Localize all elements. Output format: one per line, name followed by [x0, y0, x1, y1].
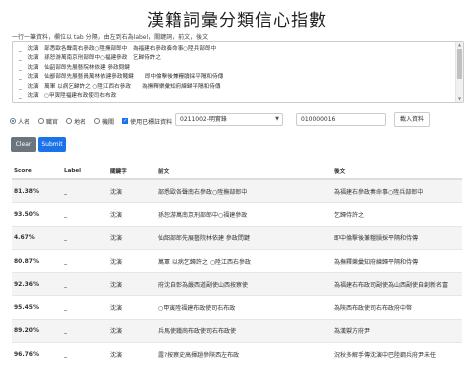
- column-header: Label: [62, 163, 108, 180]
- radio-icon[interactable]: [10, 118, 16, 124]
- suffix-cell: 況秋多解手傳沈演中巴陸鋼兵府尹未任: [332, 342, 462, 365]
- radio-person[interactable]: 人名: [10, 117, 30, 126]
- label-cell: _: [62, 225, 108, 250]
- prefix-cell: 孫恕游萬南京刑部郎中○福建參政: [156, 202, 332, 227]
- keyword-cell: 沈演: [108, 248, 156, 273]
- table-row: 92.36% _ 沈演 府沈自彰為嚴西道副使山西按察使 為福建右布政司副使為山西…: [12, 272, 462, 296]
- prefix-cell: 萬軍 以病乞歸許之 ○陞江西右參政: [156, 248, 332, 273]
- column-header: 前文: [156, 163, 332, 180]
- scrollbar-thumb[interactable]: [457, 49, 462, 79]
- chevron-down-icon: ▼: [275, 116, 279, 122]
- score-cell: 80.87%: [12, 248, 62, 273]
- suffix-cell: 乞歸侍許之: [332, 202, 462, 227]
- prefix-cell: 兵馬使鐵崗布政使司右布政使: [156, 318, 332, 343]
- textarea-content: _ 沈演 部悉歐各聲南右參政○陞撫部郎中 為福建右參政奏命事○陞兵部郎中 _ 沈…: [19, 45, 439, 101]
- textarea-line: _ 沈演 仙鄙部郎先展藝員萬林依建參政賤鍵 即中倫擊後兼糧牘採平隔和侍傳: [19, 74, 224, 81]
- clear-button[interactable]: Clear: [11, 137, 36, 152]
- suffix-cell: 即中倫擊後兼糧牘採平隔和侍傳: [332, 225, 462, 250]
- table-row: 4.67% _ 沈演 仙韶部郎先展藝院林依建 參政問鍵 即中倫擊後兼糧牘採平隔和…: [12, 225, 462, 250]
- suffix-cell: 為福建右布政司副使為山西副使自創新名富: [332, 272, 462, 296]
- checkbox-checked-icon[interactable]: ✓: [122, 118, 129, 124]
- textarea-line: _ 沈演 ○甲寅陞福建布政使司右布政: [19, 92, 117, 99]
- radio-icon[interactable]: [66, 118, 73, 124]
- radio-icon[interactable]: [38, 118, 45, 124]
- label-cell: _: [62, 272, 108, 296]
- input-hint: 一行一筆資料，欄位以 tab 分隔，由左到右為label，關鍵詞，前文，後文: [12, 34, 209, 41]
- label-cell: _: [62, 248, 108, 273]
- label-cell: _: [62, 295, 108, 320]
- radio-label: 地名: [74, 118, 87, 126]
- source-select[interactable]: 0211002-明實錄 ▼: [175, 113, 283, 126]
- textarea-line: _ 沈演 孫恕游萬南京刑部郎中○福建參政 乞歸侍許之: [19, 55, 161, 62]
- keyword-cell: 沈演: [108, 202, 156, 227]
- prefix-cell: 部悉歐各聲南右參政○陞撫部郎中: [156, 178, 332, 203]
- table-row: 89.20% _ 沈演 兵馬使鐵崗布政使司右布政使 為漢禦方府尹: [12, 318, 462, 343]
- textarea-scrollbar[interactable]: ▲ ▼: [455, 42, 463, 102]
- keyword-cell: 沈演: [108, 295, 156, 320]
- scroll-down-icon[interactable]: ▼: [456, 96, 463, 102]
- page-title: 漢籍詞彙分類信心指數: [147, 11, 327, 31]
- load-data-button[interactable]: 載入資料: [394, 112, 430, 127]
- checkbox-label: 使用已標註資料: [130, 118, 173, 126]
- suffix-cell: 為漢禦方府尹: [332, 318, 462, 343]
- prefix-cell: 露?按察史高揮趙參陝西左布政: [156, 342, 332, 365]
- radio-label: 人名: [18, 118, 31, 126]
- select-value: 0211002-明實錄: [180, 116, 227, 123]
- column-header: Score: [12, 163, 62, 180]
- radio-label: 機關: [102, 118, 115, 126]
- radio-icon[interactable]: [94, 118, 101, 124]
- table-row: 95.45% _ 沈演 ○甲寅陞福建布政使司右布政 為陝西布政使司右布政府中幣: [12, 295, 462, 320]
- prefix-cell: 仙韶部郎先展藝院林依建 參政問鍵: [156, 225, 332, 250]
- table-row: 93.50% _ 沈演 孫恕游萬南京刑部郎中○福建參政 乞歸侍許之: [12, 202, 462, 227]
- score-cell: 95.45%: [12, 295, 62, 320]
- radio-institution[interactable]: 機關: [94, 117, 114, 126]
- data-textarea[interactable]: _ 沈演 部悉歐各聲南右參政○陞撫部郎中 為福建右參政奏命事○陞兵部郎中 _ 沈…: [12, 41, 464, 103]
- column-header: 關鍵字: [108, 163, 156, 180]
- table-row: 80.87% _ 沈演 萬軍 以病乞歸許之 ○陞江西右參政 為撫釋樂彙知府練歸平…: [12, 248, 462, 273]
- keyword-cell: 沈演: [108, 225, 156, 250]
- radio-office[interactable]: 職官: [38, 117, 58, 126]
- entity-type-options: 人名 職官 地名 機關 ✓ 使用已標註資料: [10, 115, 180, 127]
- score-cell: 81.38%: [12, 178, 62, 203]
- suffix-cell: 為福建右參政奏命事○陞兵部郎中: [332, 178, 462, 203]
- score-cell: 4.67%: [12, 225, 62, 250]
- use-labeled-data-checkbox[interactable]: ✓ 使用已標註資料: [122, 117, 172, 126]
- keyword-cell: 沈演: [108, 342, 156, 365]
- score-cell: 96.76%: [12, 342, 62, 365]
- table-header-row: Score Label 關鍵字 前文 後文: [12, 163, 462, 180]
- keyword-cell: 沈演: [108, 318, 156, 343]
- radio-place[interactable]: 地名: [66, 117, 86, 126]
- record-id-input[interactable]: 010000016: [296, 113, 386, 126]
- label-cell: _: [62, 178, 108, 203]
- prefix-cell: 府沈自彰為嚴西道副使山西按察使: [156, 272, 332, 296]
- keyword-cell: 沈演: [108, 178, 156, 203]
- label-cell: _: [62, 318, 108, 343]
- suffix-cell: 為陝西布政使司右布政府中幣: [332, 295, 462, 320]
- textarea-line: _ 沈演 仙韶部郎先展藝院林依建 參政問鍵: [19, 64, 130, 71]
- keyword-cell: 沈演: [108, 272, 156, 296]
- submit-button[interactable]: Submit: [38, 137, 66, 152]
- score-cell: 92.36%: [12, 272, 62, 296]
- column-header: 後文: [332, 163, 462, 180]
- textarea-line: _ 沈演 部悉歐各聲南右參政○陞撫部郎中 為福建右參政奏命事○陞兵部郎中: [19, 46, 217, 52]
- table-row: 81.38% _ 沈演 部悉歐各聲南右參政○陞撫部郎中 為福建右參政奏命事○陞兵…: [12, 178, 462, 203]
- table-row: 96.76% _ 沈演 露?按察史高揮趙參陝西左布政 況秋多解手傳沈演中巴陸鋼兵…: [12, 342, 462, 365]
- textarea-line: _ 沈演 萬軍 以病乞歸許之 ○陞江西右參政 為撫釋樂彙知府練歸平隔和侍傳: [19, 83, 221, 90]
- scroll-up-icon[interactable]: ▲: [456, 42, 463, 48]
- prefix-cell: ○甲寅陞福建布政使司右布政: [156, 295, 332, 320]
- suffix-cell: 為撫釋樂彙知府練歸平隔和侍傳: [332, 248, 462, 273]
- score-cell: 89.20%: [12, 318, 62, 343]
- label-cell: _: [62, 342, 108, 365]
- label-cell: _: [62, 202, 108, 227]
- results-table: Score Label 關鍵字 前文 後文 81.38% _ 沈演 部悉歐各聲南…: [12, 163, 462, 365]
- page: 漢籍詞彙分類信心指數 一行一筆資料，欄位以 tab 分隔，由左到右為label，…: [0, 0, 474, 365]
- radio-label: 職官: [46, 118, 59, 126]
- score-cell: 93.50%: [12, 202, 62, 227]
